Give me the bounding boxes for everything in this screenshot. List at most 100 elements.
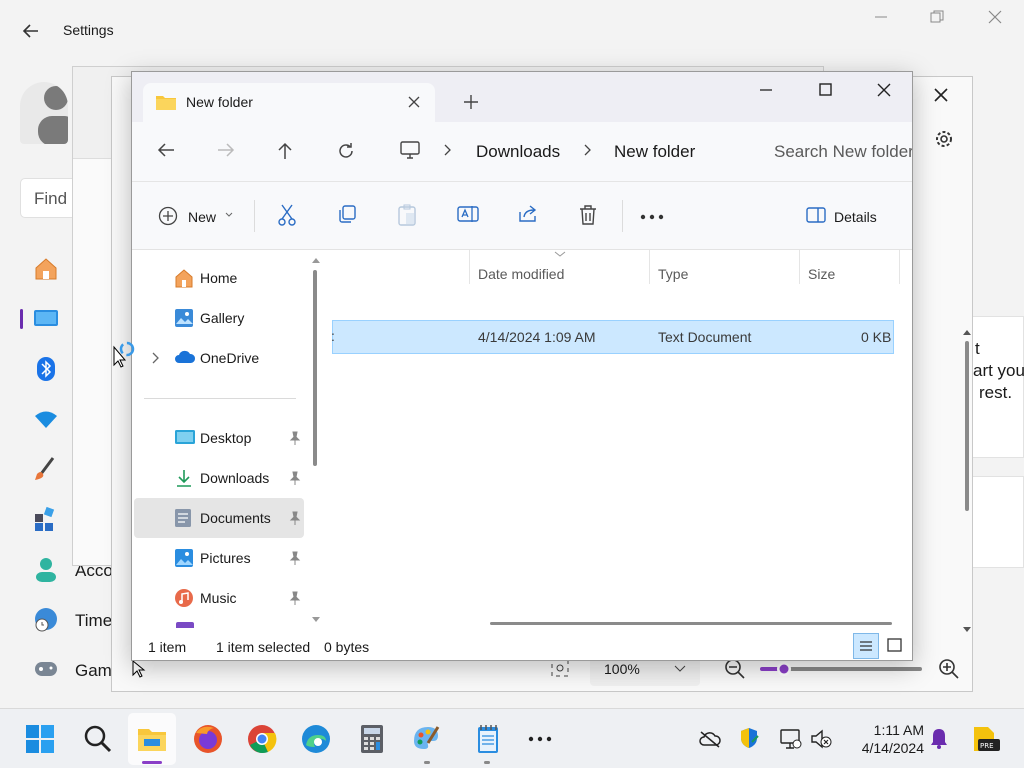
breadcrumb-chevron-icon[interactable]: [584, 144, 592, 156]
pin-icon[interactable]: [289, 551, 301, 565]
background-close-icon[interactable]: [930, 84, 952, 106]
notification-bell-icon[interactable]: [930, 727, 948, 749]
security-icon[interactable]: [738, 726, 760, 750]
details-view-button[interactable]: [853, 633, 879, 659]
table-row[interactable]: : 4/14/2024 1:09 AM Text Document 0 KB: [331, 320, 894, 354]
minimize-button[interactable]: [758, 82, 774, 98]
column-divider[interactable]: [649, 250, 650, 284]
start-icon[interactable]: [24, 723, 56, 755]
file-explorer-taskbar-icon[interactable]: [136, 723, 168, 755]
pin-icon[interactable]: [289, 591, 301, 605]
nav-item-pictures[interactable]: Pictures: [134, 538, 304, 578]
zoom-out-icon[interactable]: [724, 658, 746, 680]
new-button[interactable]: New: [188, 209, 216, 225]
nav-item-gallery[interactable]: Gallery: [134, 298, 304, 338]
file-list: Date modified Type Size : 4/14/2024 1:09…: [328, 250, 912, 628]
settings-close-button[interactable]: [988, 10, 1002, 24]
nav-item-label: Home: [200, 270, 238, 286]
scroll-up-icon[interactable]: [311, 256, 321, 264]
close-button[interactable]: [876, 82, 892, 98]
more-options-icon[interactable]: [640, 214, 664, 220]
column-header-date-modified[interactable]: Date modified: [478, 266, 564, 282]
accounts-icon[interactable]: [33, 556, 59, 582]
nav-item-downloads[interactable]: Downloads: [134, 458, 304, 498]
breadcrumb-new-folder[interactable]: New folder: [614, 142, 695, 162]
nav-gaming-label[interactable]: Gam: [75, 661, 112, 681]
network-icon[interactable]: [33, 406, 59, 432]
details-pane-icon[interactable]: [806, 207, 826, 223]
share-icon[interactable]: [517, 204, 539, 224]
bluetooth-icon[interactable]: [33, 356, 59, 382]
edge-icon[interactable]: [300, 723, 332, 755]
nav-item-onedrive[interactable]: OneDrive: [134, 338, 304, 378]
new-plus-icon[interactable]: [158, 206, 178, 226]
notepad-icon[interactable]: [472, 723, 504, 755]
copy-icon[interactable]: [337, 204, 357, 224]
gear-icon[interactable]: [933, 128, 955, 150]
nav-item-desktop[interactable]: Desktop: [134, 418, 304, 458]
zoom-slider[interactable]: [760, 660, 924, 678]
search-input[interactable]: Search New folder: [760, 132, 912, 172]
gaming-icon[interactable]: [33, 656, 59, 682]
column-divider[interactable]: [899, 250, 900, 284]
firefox-icon[interactable]: [192, 723, 224, 755]
breadcrumb-downloads[interactable]: Downloads: [476, 142, 560, 162]
details-button[interactable]: Details: [834, 209, 877, 225]
scroll-down-icon[interactable]: [311, 616, 321, 624]
column-header-type[interactable]: Type: [658, 266, 688, 282]
chrome-icon[interactable]: [246, 723, 278, 755]
chevron-right-icon[interactable]: [152, 352, 160, 364]
onedrive-offline-icon[interactable]: [698, 729, 722, 749]
large-icons-view-button[interactable]: [882, 633, 908, 659]
paste-icon[interactable]: [397, 204, 417, 226]
fit-screen-icon[interactable]: [550, 658, 570, 678]
pin-icon[interactable]: [289, 511, 301, 525]
settings-restore-button[interactable]: [930, 10, 944, 24]
home-icon[interactable]: [33, 256, 59, 282]
system-clock[interactable]: 1:11 AM 4/14/2024: [848, 721, 924, 757]
divider: [254, 200, 255, 232]
column-divider[interactable]: [799, 250, 800, 284]
column-divider[interactable]: [469, 250, 470, 284]
personalization-icon[interactable]: [33, 456, 59, 482]
breadcrumb-chevron-icon[interactable]: [444, 144, 452, 156]
refresh-icon[interactable]: [337, 142, 355, 160]
system-icon[interactable]: [33, 306, 59, 332]
apps-icon[interactable]: [33, 506, 59, 532]
new-chevron-down-icon[interactable]: [225, 212, 233, 218]
pin-icon[interactable]: [289, 431, 301, 445]
paint-icon[interactable]: [410, 723, 442, 755]
cut-icon[interactable]: [277, 204, 297, 226]
more-apps-icon[interactable]: [528, 736, 560, 768]
delete-icon[interactable]: [578, 204, 598, 226]
nav-scrollbar[interactable]: [313, 270, 317, 466]
back-icon[interactable]: [157, 142, 175, 158]
back-arrow-icon[interactable]: [22, 22, 40, 40]
background-scrollbar[interactable]: [963, 330, 971, 633]
time-language-icon[interactable]: [33, 606, 59, 632]
horizontal-scrollbar[interactable]: [490, 622, 892, 625]
calculator-icon[interactable]: [356, 723, 388, 755]
up-icon[interactable]: [277, 142, 293, 160]
pin-icon[interactable]: [289, 471, 301, 485]
column-header-size[interactable]: Size: [808, 266, 835, 282]
tab-new-folder[interactable]: New folder: [143, 83, 435, 123]
new-tab-icon[interactable]: [463, 94, 479, 110]
forward-icon[interactable]: [217, 142, 235, 158]
sort-chevron-icon[interactable]: [554, 250, 566, 258]
rename-icon[interactable]: [457, 204, 479, 224]
this-pc-icon[interactable]: [400, 141, 420, 159]
network-ethernet-icon[interactable]: [778, 729, 802, 751]
nav-item-music[interactable]: Music: [134, 578, 304, 618]
tab-close-icon[interactable]: [407, 95, 421, 109]
search-icon[interactable]: [82, 723, 114, 755]
volume-muted-icon[interactable]: [810, 729, 834, 749]
zoom-in-icon[interactable]: [938, 658, 960, 680]
settings-minimize-button[interactable]: [874, 10, 888, 24]
maximize-button[interactable]: [818, 82, 834, 98]
nav-item-home[interactable]: Home: [134, 258, 304, 298]
nav-time-label[interactable]: Time: [75, 611, 112, 631]
settings-search-input[interactable]: Find: [20, 178, 80, 218]
windows-insider-icon[interactable]: PRE: [968, 723, 1000, 753]
nav-item-documents[interactable]: Documents: [134, 498, 304, 538]
